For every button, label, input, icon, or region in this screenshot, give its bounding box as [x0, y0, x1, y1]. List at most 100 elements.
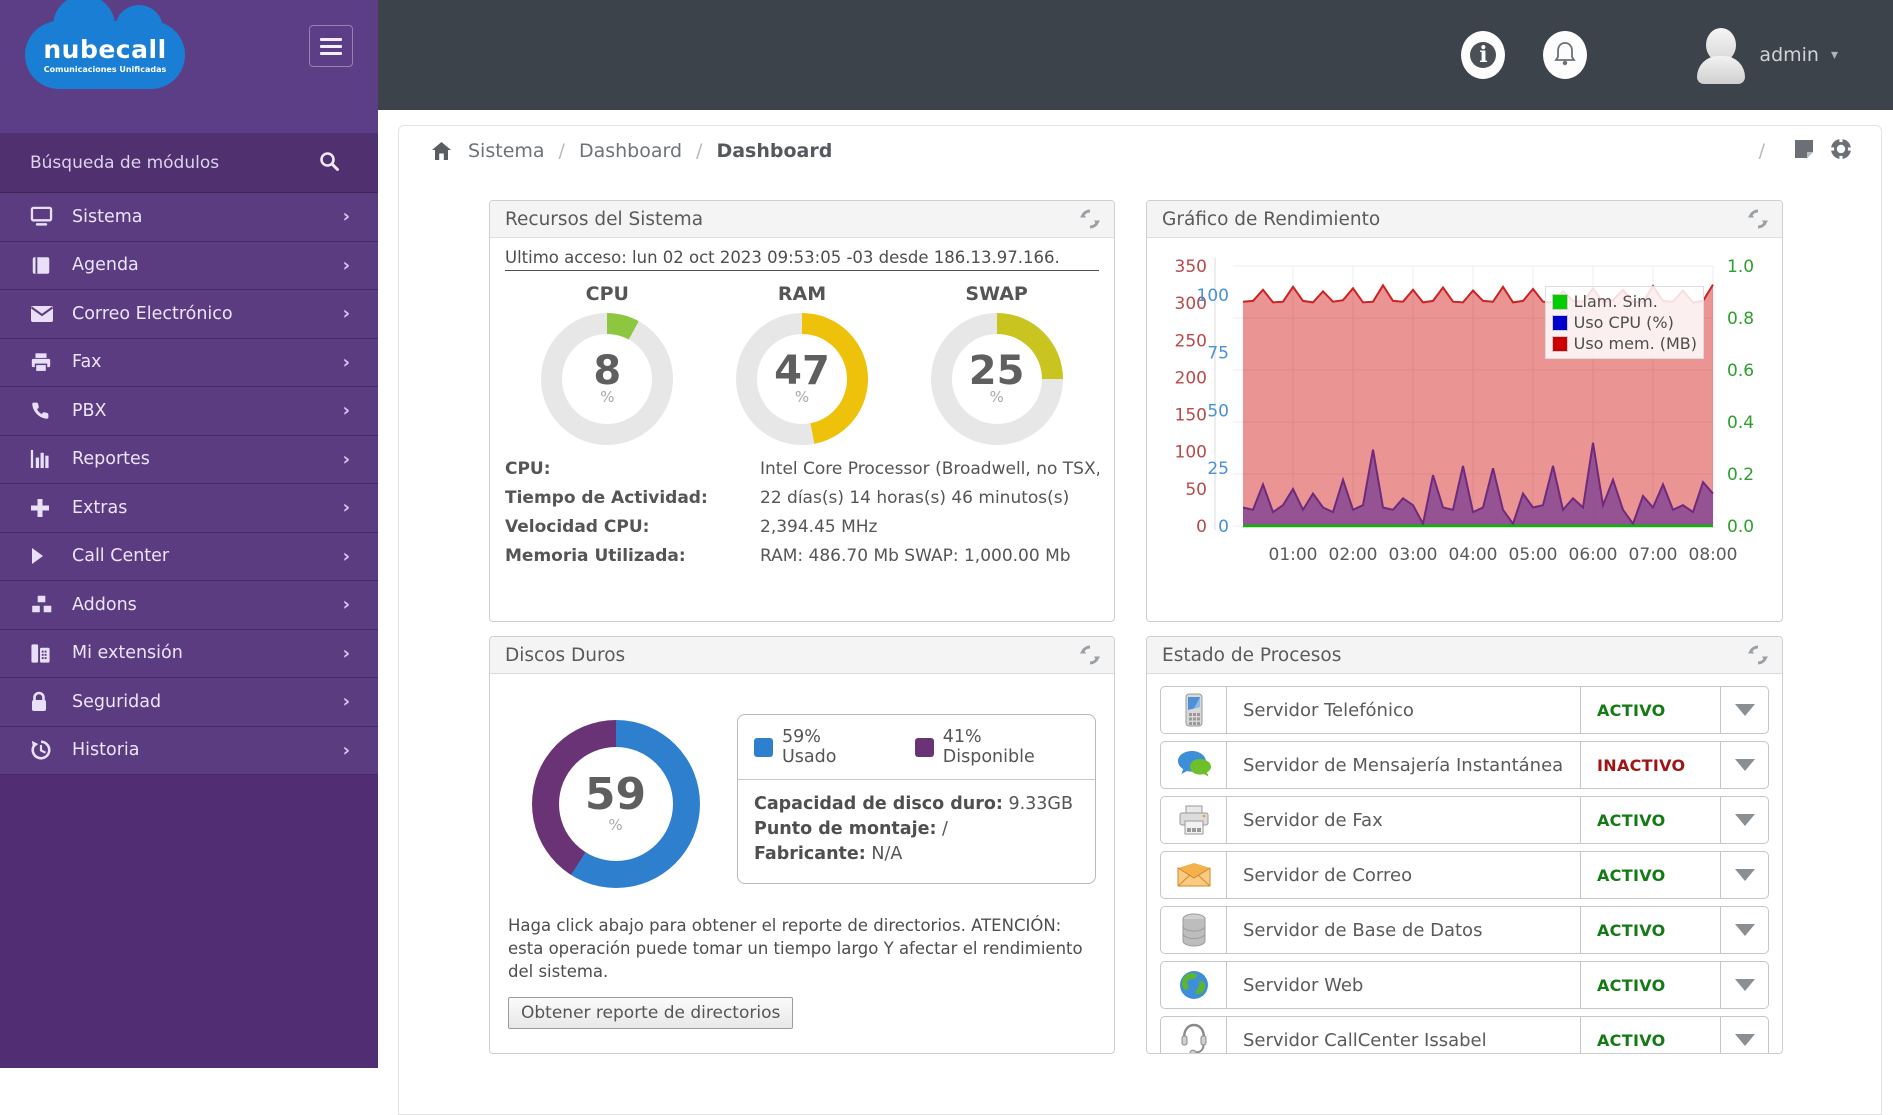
sidebar-item-correo-electr-nico[interactable]: Correo Electrónico › [0, 290, 378, 339]
chevron-right-icon: › [342, 545, 350, 567]
logo-area: nubecall Comunicaciones Unificadas [0, 0, 378, 133]
sidebar-item-addons[interactable]: Addons › [0, 581, 378, 630]
refresh-icon[interactable] [1747, 208, 1769, 230]
svg-text:0.6: 0.6 [1727, 361, 1754, 381]
process-actions-dropdown[interactable] [1720, 907, 1768, 953]
user-menu[interactable]: admin ▾ [1695, 26, 1838, 84]
lifering-icon[interactable] [1829, 137, 1853, 166]
note-icon[interactable] [1793, 138, 1815, 165]
home-icon[interactable] [431, 141, 452, 161]
process-row: Servidor Telefónico ACTIVO [1160, 686, 1769, 734]
svg-text:50: 50 [1185, 480, 1207, 500]
gauge-label: CPU [585, 283, 629, 305]
dropdown-arrow-icon [1734, 814, 1755, 826]
process-actions-dropdown[interactable] [1720, 687, 1768, 733]
refresh-icon[interactable] [1747, 644, 1769, 666]
sidebar-item-mi-extensi-n[interactable]: Mi extensión › [0, 629, 378, 678]
last-access-text: Ultimo acceso: lun 02 oct 2023 09:53:05 … [505, 248, 1099, 271]
sidebar-item-agenda[interactable]: Agenda › [0, 241, 378, 290]
sidebar-item-label: Correo Electrónico [72, 303, 233, 324]
content-area: Sistema / Dashboard / Dashboard / Recursos d… [378, 110, 1893, 1115]
breadcrumb-item[interactable]: Sistema [468, 140, 545, 162]
process-actions-dropdown[interactable] [1720, 962, 1768, 1008]
process-status-badge: ACTIVO [1580, 907, 1720, 953]
system-detail-row: Velocidad CPU: 2,394.45 MHz [505, 517, 878, 537]
breadcrumb: Sistema / Dashboard / Dashboard / [399, 126, 1881, 176]
svg-text:0: 0 [1196, 517, 1207, 537]
disk-fact: Capacidad de disco duro: 9.33GB [754, 794, 1073, 814]
svg-text:350: 350 [1175, 257, 1207, 277]
process-status-badge: ACTIVO [1580, 1017, 1720, 1053]
process-row: Servidor Web ACTIVO [1160, 961, 1769, 1009]
sidebar-item-label: Seguridad [72, 691, 162, 712]
svg-text:50: 50 [1207, 401, 1229, 421]
process-row: Servidor de Base de Datos ACTIVO [1160, 906, 1769, 954]
breadcrumb-item: Dashboard [716, 140, 833, 162]
panel-recursos-del-sistema: Recursos del Sistema Ultimo acceso: lun … [489, 200, 1115, 622]
logo-title: nubecall [43, 35, 167, 64]
process-row: Servidor de Mensajería Instantánea INACTI… [1160, 741, 1769, 789]
svg-text:0.4: 0.4 [1727, 413, 1754, 433]
svg-text:0: 0 [1218, 517, 1229, 537]
module-search[interactable]: Búsqueda de módulos [0, 133, 378, 193]
svg-text:100: 100 [1175, 443, 1207, 463]
get-directory-report-button[interactable]: Obtener reporte de directorios [508, 997, 794, 1029]
sidebar-menu: Sistema › Agenda › Correo Electrónico › Fax › PB… [0, 193, 378, 775]
sidebar-item-label: Historia [72, 740, 140, 761]
sidebar-item-pbx[interactable]: PBX › [0, 387, 378, 436]
svg-text:07:00: 07:00 [1629, 545, 1678, 565]
refresh-icon[interactable] [1079, 644, 1101, 666]
sidebar-item-extras[interactable]: Extras › [0, 484, 378, 533]
topbar: i admin ▾ [378, 0, 1893, 110]
process-actions-dropdown[interactable] [1720, 742, 1768, 788]
sidebar-item-fax[interactable]: Fax › [0, 338, 378, 387]
dropdown-arrow-icon [1734, 759, 1755, 771]
sidebar-item-label: Extras [72, 497, 128, 518]
sidebar-item-reportes[interactable]: Reportes › [0, 435, 378, 484]
breadcrumb-separator: / [558, 140, 565, 162]
barchart-icon [30, 448, 54, 470]
disk-info-box: 59% Usado 41% Disponible Capacidad de dis… [737, 714, 1096, 884]
gauge-label: SWAP [965, 283, 1028, 305]
chevron-right-icon: › [342, 351, 350, 373]
nubecall-logo: nubecall Comunicaciones Unificadas [25, 0, 185, 89]
search-icon[interactable] [318, 150, 340, 176]
breadcrumb-item[interactable]: Dashboard [579, 140, 682, 162]
disk-report-note: Haga click abajo para obtener el reporte… [508, 916, 1083, 981]
info-button[interactable]: i [1461, 31, 1506, 79]
sidebar-item-seguridad[interactable]: Seguridad › [0, 678, 378, 727]
sidebar-item-call-center[interactable]: Call Center › [0, 532, 378, 581]
mobilephone-icon [1161, 687, 1227, 733]
chevron-right-icon: › [342, 691, 350, 713]
process-actions-dropdown[interactable] [1720, 797, 1768, 843]
info-icon: i [1470, 42, 1497, 68]
disk-fact: Fabricante: N/A [754, 844, 903, 864]
svg-text:06:00: 06:00 [1569, 545, 1618, 565]
database-icon [1161, 907, 1227, 953]
svg-text:04:00: 04:00 [1449, 545, 1498, 565]
process-status-badge: ACTIVO [1580, 852, 1720, 898]
globe-icon [1161, 962, 1227, 1008]
process-status-badge: INACTIVO [1580, 742, 1720, 788]
faxmachine-icon [30, 642, 54, 664]
chart-legend-item: Uso mem. (MB) [1551, 333, 1697, 354]
sidebar-item-historia[interactable]: Historia › [0, 726, 378, 775]
svg-text:25: 25 [1207, 459, 1229, 479]
gauge-value: 47 [774, 348, 830, 394]
chat-icon [1161, 742, 1227, 788]
refresh-icon[interactable] [1079, 208, 1101, 230]
sidebar-item-sistema[interactable]: Sistema › [0, 193, 378, 242]
notifications-button[interactable] [1543, 31, 1588, 79]
ram-gauge: RAM 47% [716, 277, 888, 445]
dropdown-arrow-icon [1734, 924, 1755, 936]
chart-legend: Llam. Sim. Uso CPU (%) Uso mem. (MB) [1544, 286, 1704, 359]
process-actions-dropdown[interactable] [1720, 852, 1768, 898]
panel-title: Discos Duros [505, 644, 626, 666]
chevron-right-icon: › [342, 497, 350, 519]
hamburger-menu-button[interactable] [309, 25, 353, 67]
chart-legend-item: Llam. Sim. [1551, 291, 1697, 312]
dropdown-arrow-icon [1734, 1034, 1755, 1046]
process-actions-dropdown[interactable] [1720, 1017, 1768, 1053]
avatar [1695, 26, 1747, 84]
lock-icon [30, 691, 54, 713]
